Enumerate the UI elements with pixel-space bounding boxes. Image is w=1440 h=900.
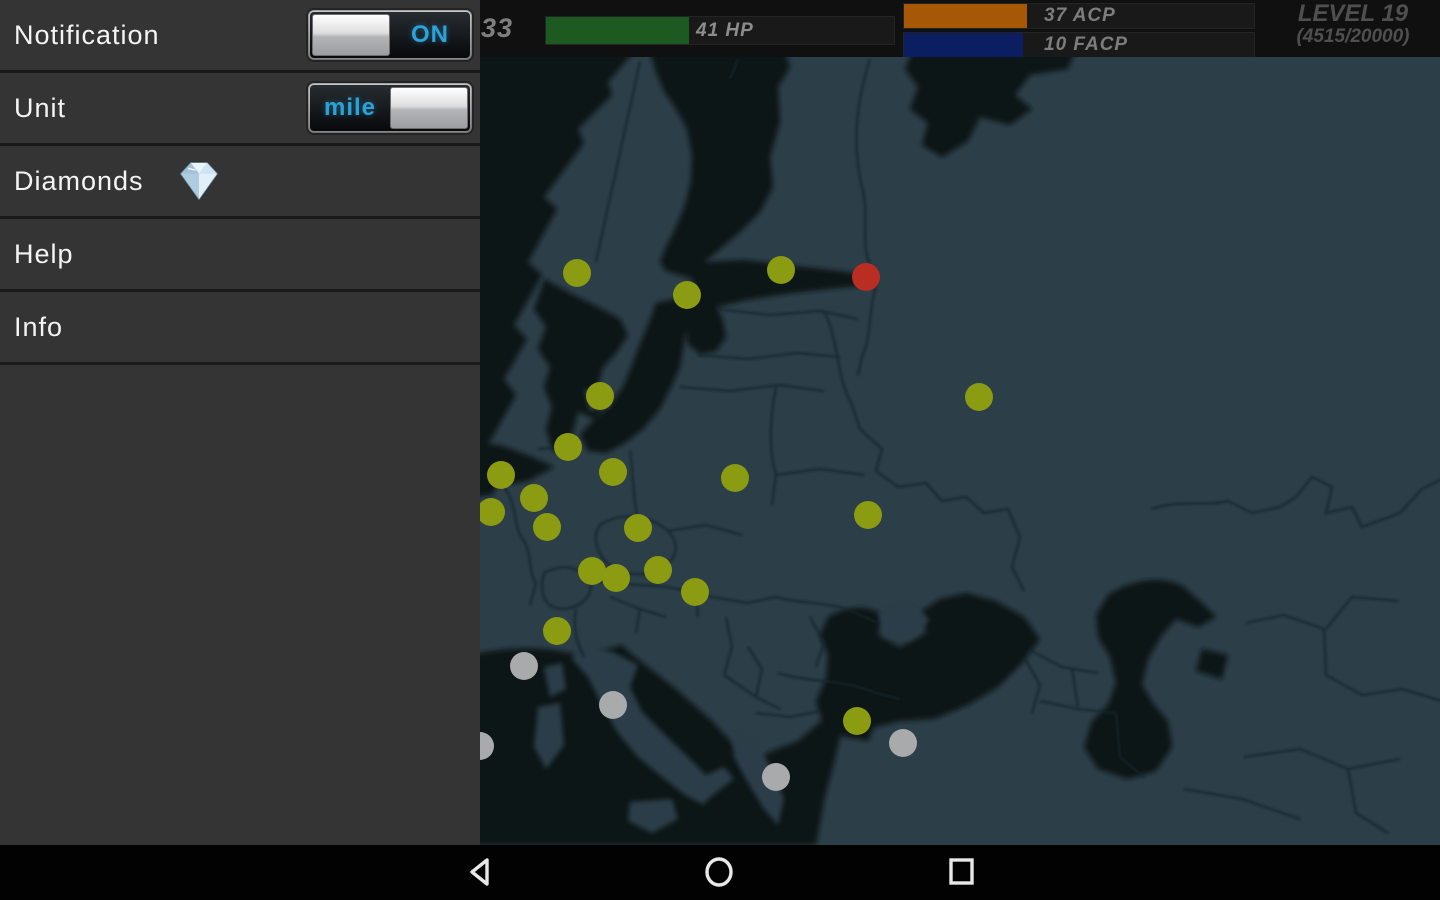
menu-item-unit[interactable]: Unit mile [0,73,480,146]
player-id-fragment: 33 [481,13,514,43]
diamond-icon [180,162,218,201]
active-city-marker[interactable] [554,433,582,461]
inactive-city-marker[interactable] [762,763,790,791]
active-city-marker[interactable] [681,578,709,606]
inactive-city-marker[interactable] [889,729,917,757]
active-city-marker[interactable] [624,514,652,542]
level-progress: (4515/20000) [1296,26,1410,48]
acp-value: 37 ACP [1044,5,1116,26]
unit-label: Unit [14,92,67,123]
notification-toggle[interactable]: ON [308,10,472,60]
active-city-marker[interactable] [854,501,882,529]
level-title: LEVEL 19 [1297,0,1409,27]
active-city-marker[interactable] [767,256,795,284]
facp-bar-fill [904,33,1023,57]
acp-bar-fill [904,4,1027,28]
info-label: Info [14,311,64,342]
settings-menu: Notification ON Unit mile Diamonds Help … [0,0,480,845]
active-city-marker[interactable] [520,484,548,512]
diamonds-label: Diamonds [14,165,144,196]
menu-item-help[interactable]: Help [0,219,480,292]
acp-bar: 37 ACP [903,3,1255,29]
enemy-city-marker[interactable] [852,263,880,291]
notification-toggle-state: ON [411,21,449,48]
active-city-marker[interactable] [721,464,749,492]
recents-icon[interactable] [944,854,980,890]
active-city-marker[interactable] [543,617,571,645]
unit-toggle[interactable]: mile [308,83,472,133]
toggle-knob [312,14,390,56]
active-city-marker[interactable] [533,513,561,541]
hp-value: 41 HP [696,19,754,41]
hp-bar-fill [546,17,689,44]
level-indicator: LEVEL 19 (4515/20000) [1268,0,1438,48]
active-city-marker[interactable] [965,383,993,411]
menu-item-info[interactable]: Info [0,292,480,365]
inactive-city-marker[interactable] [510,652,538,680]
inactive-city-marker[interactable] [599,691,627,719]
active-city-marker[interactable] [578,557,606,585]
active-city-marker[interactable] [843,707,871,735]
facp-value: 10 FACP [1044,34,1129,55]
back-icon[interactable] [462,854,498,890]
facp-bar: 10 FACP [903,32,1255,58]
active-city-marker[interactable] [563,259,591,287]
active-city-marker[interactable] [644,556,672,584]
active-city-marker[interactable] [673,281,701,309]
active-city-marker[interactable] [586,382,614,410]
home-icon[interactable] [701,854,737,890]
android-nav-bar [0,845,1440,900]
menu-item-diamonds[interactable]: Diamonds [0,146,480,219]
active-city-marker[interactable] [599,458,627,486]
toggle-knob [390,87,468,129]
europe-map[interactable] [480,57,1440,845]
help-label: Help [14,238,74,269]
active-city-marker[interactable] [602,564,630,592]
hp-bar: 41 HP [545,16,895,45]
unit-toggle-state: mile [323,94,377,121]
game-screen: 33 41 HP 37 ACP 10 FACP LEVEL 19 (4515/2… [0,0,1440,900]
active-city-marker[interactable] [487,461,515,489]
notification-label: Notification [14,19,160,50]
menu-item-notification[interactable]: Notification ON [0,0,480,73]
